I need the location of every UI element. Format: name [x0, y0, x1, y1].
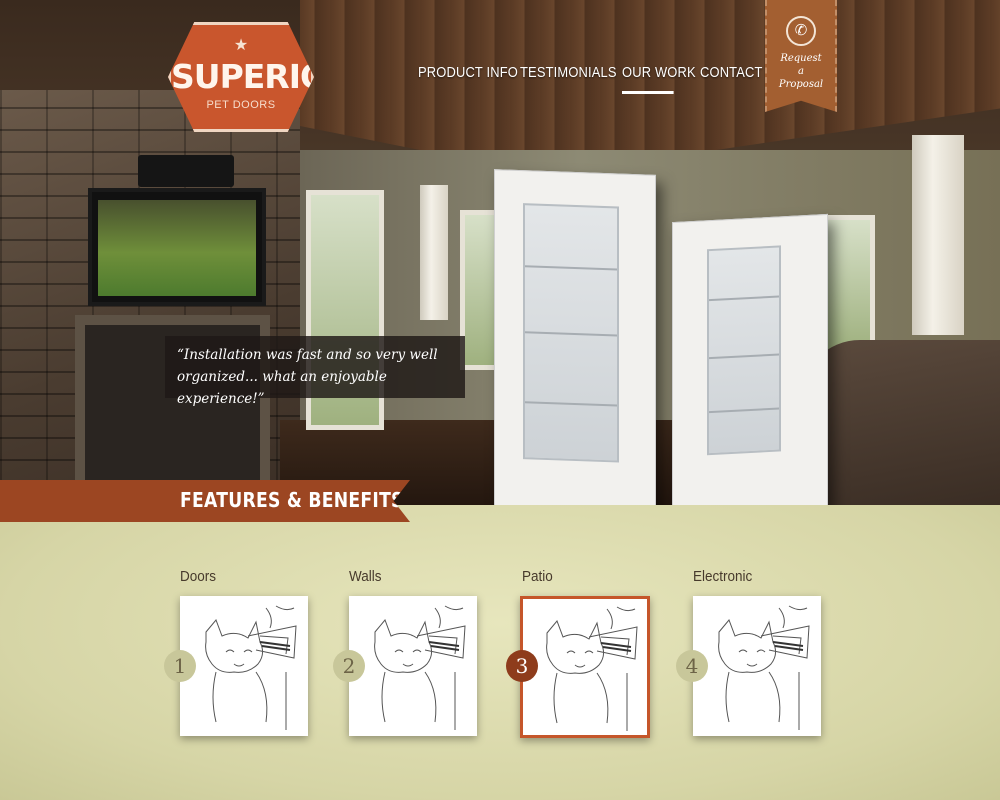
sketch-line [606, 608, 613, 630]
dog-sketch-illustration [546, 606, 638, 731]
category-number: 1 [164, 650, 196, 682]
category-title: Electronic [693, 568, 753, 585]
category-number: 3 [506, 650, 538, 682]
sofa [800, 340, 1000, 505]
category-patio: Patio [522, 568, 556, 595]
sketch-hatch [259, 641, 291, 651]
logo-tagline: PET DOORS [206, 99, 276, 111]
category-card-patio[interactable] [520, 596, 650, 738]
sketch-line [275, 605, 295, 611]
sketch-line [255, 671, 268, 723]
request-line2: a [798, 66, 804, 77]
sketch-hatch [428, 641, 460, 651]
sketch-line [768, 671, 781, 723]
sketch-line [725, 671, 730, 723]
sketch-line [394, 649, 404, 653]
room-column [420, 185, 448, 320]
sketch-line [233, 663, 245, 667]
testimonial-quote: “Installation was fast and so very well … [165, 336, 465, 407]
sketch-line [616, 606, 636, 612]
features-ribbon: FEATURES & BENEFITS [0, 480, 410, 522]
category-electronic: Electronic [693, 568, 759, 595]
testimonial-line1: “Installation was fast and so very well [177, 347, 438, 363]
main-nav: PRODUCT INFO TESTIMONIALS OUR WORK CONTA… [418, 64, 762, 94]
category-title: Patio [522, 568, 553, 585]
room-column [912, 135, 964, 335]
sketch-line [434, 607, 441, 629]
sketch-line [738, 649, 748, 653]
sketch-line [243, 649, 253, 653]
sketch-line [402, 663, 414, 667]
sketch-line [746, 663, 758, 667]
sketch-line [247, 625, 297, 659]
request-line3: Proposal [778, 79, 824, 90]
sketch-line [424, 671, 437, 723]
category-card-doors[interactable] [180, 596, 308, 736]
sketch-line [788, 605, 808, 611]
room-window [820, 215, 875, 355]
nav-our-work[interactable]: OUR WORK [622, 64, 696, 94]
category-card-electronic[interactable] [693, 596, 821, 736]
site-logo[interactable]: ★ SUPERIOR PET DOORS [168, 22, 314, 132]
category-walls: Walls [349, 568, 385, 595]
sketch-line [444, 605, 464, 611]
sketch-line [381, 671, 386, 723]
sketch-line [225, 649, 235, 653]
sketch-line [574, 664, 586, 668]
dog-sketch-illustration [718, 605, 810, 730]
sketch-line [412, 649, 422, 653]
sketch-hatch [600, 642, 632, 652]
phone-icon: ✆ [786, 16, 816, 46]
sketch-line [588, 626, 638, 660]
sketch-line [778, 607, 785, 629]
nav-testimonials[interactable]: TESTIMONIALS [520, 64, 617, 94]
star-icon: ★ [233, 37, 249, 54]
testimonial-line2: organized... what an enjoyable experienc… [177, 369, 387, 407]
sketch-line [760, 625, 810, 659]
category-number: 2 [333, 650, 365, 682]
nav-product-info[interactable]: PRODUCT INFO [418, 64, 518, 94]
request-line1: Request [780, 53, 822, 64]
sketch-line [566, 650, 576, 654]
sketch-hatch [772, 641, 804, 651]
television [88, 188, 266, 306]
pet-door-small-image [672, 213, 828, 505]
category-doors: Doors [180, 568, 220, 595]
soundbar [138, 155, 234, 187]
sketch-line [212, 671, 217, 723]
sketch-line [265, 607, 272, 629]
dog-sketch-illustration [374, 605, 466, 730]
category-number: 4 [676, 650, 708, 682]
sketch-line [584, 650, 594, 654]
category-title: Doors [180, 568, 217, 585]
dog-sketch-illustration [205, 605, 297, 730]
nav-contact[interactable]: CONTACT [700, 64, 762, 94]
features-heading: FEATURES & BENEFITS [180, 488, 404, 512]
category-title: Walls [349, 568, 382, 585]
logo-brand: SUPERIOR [171, 57, 352, 96]
sketch-line [596, 672, 609, 724]
sketch-line [553, 672, 558, 724]
features-section [0, 505, 1000, 800]
sketch-line [416, 625, 466, 659]
pet-door-large-image [494, 169, 656, 505]
sketch-line [756, 649, 766, 653]
request-proposal-button[interactable]: ✆ Request a Proposal [765, 0, 837, 112]
category-card-walls[interactable] [349, 596, 477, 736]
